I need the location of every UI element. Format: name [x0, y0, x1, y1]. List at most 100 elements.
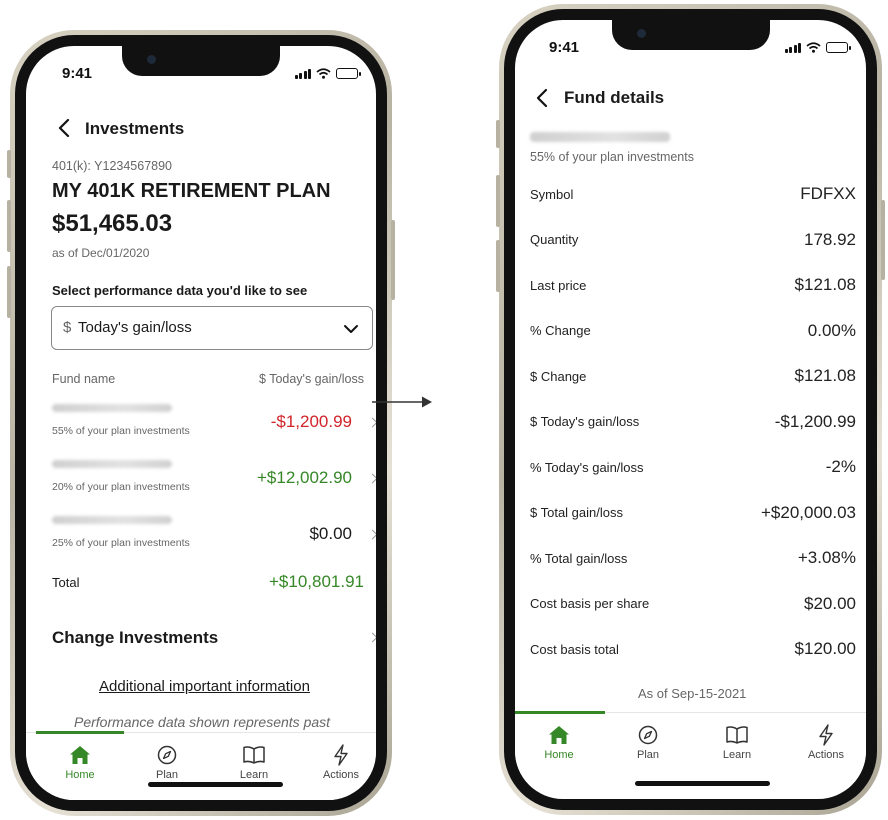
fund-allocation: 25% of your plan investments — [52, 537, 190, 549]
total-value: +$10,801.91 — [268, 572, 364, 591]
fund-gain-loss: +$12,002.90 — [256, 468, 352, 487]
side-button — [391, 220, 395, 300]
home-icon — [70, 746, 90, 764]
book-icon — [243, 746, 265, 764]
battery-icon — [826, 42, 851, 53]
dropdown-selected-value: Today's gain/loss — [78, 319, 192, 336]
arrow-right-icon — [372, 396, 432, 408]
tab-home-label: Home — [65, 769, 95, 781]
battery-icon — [336, 68, 361, 79]
back-button[interactable] — [531, 86, 555, 110]
tab-actions-label: Actions — [322, 769, 360, 781]
left-phone-frame: 9:41 Investments 401(k): Y1234567890 MY … — [10, 30, 392, 816]
status-icons — [784, 42, 851, 53]
fund-name-blurred — [52, 460, 172, 468]
detail-value: +3.08% — [797, 548, 856, 567]
tab-home[interactable]: Home — [40, 743, 120, 781]
status-icons — [294, 68, 361, 79]
chevron-right-icon — [367, 529, 376, 540]
tab-home[interactable]: Home — [519, 723, 599, 761]
detail-value: FDFXX — [800, 184, 856, 203]
chevron-down-icon — [344, 325, 358, 333]
back-button[interactable] — [53, 116, 77, 140]
right-phone-frame: 9:41 Fund details 55% of your plan inves… — [499, 4, 882, 815]
lightning-icon — [334, 744, 348, 766]
fund-allocation: 55% of your plan investments — [530, 150, 694, 164]
tab-plan[interactable]: Plan — [608, 723, 688, 761]
fund-row[interactable]: 20% of your plan investments +$12,002.90 — [52, 452, 376, 502]
side-button — [7, 200, 11, 252]
detail-value: -2% — [825, 457, 856, 476]
column-gain-loss: $ Today's gain/loss — [259, 372, 364, 386]
tab-actions[interactable]: Actions — [301, 743, 376, 781]
tab-plan[interactable]: Plan — [127, 743, 207, 781]
detail-value: $20.00 — [804, 593, 856, 613]
detail-row-dollar-change: $ Change $121.08 — [530, 366, 856, 386]
fund-details-list: Symbol FDFXX Quantity 178.92 Last price $12… — [530, 184, 856, 694]
dropdown-prefix: $ — [63, 319, 72, 336]
chevron-right-icon — [367, 473, 376, 484]
change-investments-link[interactable]: Change Investments — [52, 624, 376, 650]
wifi-icon — [316, 68, 331, 79]
compass-icon — [157, 745, 177, 765]
detail-row-symbol: Symbol FDFXX — [530, 184, 856, 204]
additional-info-link[interactable]: Additional important information — [99, 678, 310, 695]
detail-label: Quantity — [530, 232, 579, 247]
lightning-icon — [819, 724, 833, 746]
detail-label: Last price — [530, 277, 587, 293]
tab-actions[interactable]: Actions — [786, 723, 866, 761]
active-tab-indicator — [515, 711, 605, 714]
detail-label: % Total gain/loss — [530, 550, 628, 566]
detail-value: 178.92 — [804, 229, 856, 249]
total-label: Total — [52, 575, 80, 590]
fund-row[interactable]: 25% of your plan investments $0.00 — [52, 508, 376, 558]
chevron-right-icon — [367, 417, 376, 428]
detail-value: $121.08 — [794, 275, 856, 294]
page-title: Investments — [85, 119, 185, 138]
side-button — [7, 150, 11, 178]
detail-label: % Today's gain/loss — [530, 459, 644, 475]
tab-learn[interactable]: Learn — [214, 743, 294, 781]
side-button — [881, 200, 885, 280]
tab-learn[interactable]: Learn — [697, 723, 777, 761]
detail-label: Cost basis per share — [530, 596, 650, 611]
fund-gain-loss: $0.00 — [309, 524, 352, 543]
tab-learn-label: Learn — [722, 749, 752, 761]
compass-icon — [638, 725, 658, 745]
tab-learn-label: Learn — [239, 769, 269, 781]
detail-label: $ Change — [530, 368, 587, 384]
detail-row-total-gain-pct: % Total gain/loss +3.08% — [530, 548, 856, 568]
home-indicator — [635, 781, 770, 786]
detail-value: $121.08 — [794, 366, 856, 385]
performance-note: Performance data shown represents past — [74, 714, 331, 730]
home-icon — [549, 726, 569, 744]
detail-value: +$20,000.03 — [760, 502, 856, 522]
active-tab-indicator — [36, 731, 124, 734]
tab-plan-label: Plan — [636, 749, 660, 761]
detail-row-last-price: Last price $121.08 — [530, 275, 856, 295]
detail-label: Cost basis total — [530, 641, 619, 657]
balance-as-of: as of Dec/01/2020 — [52, 246, 150, 260]
detail-row-cost-basis-share: Cost basis per share $20.00 — [530, 594, 856, 614]
detail-value: 0.00% — [807, 320, 856, 340]
detail-row-cost-basis-total: Cost basis total $120.00 — [530, 639, 856, 659]
notch — [122, 46, 280, 76]
wifi-icon — [806, 42, 821, 53]
detail-value: -$1,200.99 — [774, 411, 856, 431]
performance-dropdown[interactable]: $ Today's gain/loss — [51, 306, 373, 350]
detail-row-todays-gain-pct: % Today's gain/loss -2% — [530, 457, 856, 477]
detail-row-pct-change: % Change 0.00% — [530, 321, 856, 341]
chevron-right-icon — [367, 632, 376, 643]
fund-name-blurred — [530, 132, 670, 142]
side-button — [496, 240, 500, 292]
plan-name: MY 401K RETIREMENT PLAN — [52, 180, 331, 202]
detail-label: % Change — [530, 323, 591, 338]
signal-icon — [784, 42, 801, 53]
chevron-left-icon — [58, 118, 70, 138]
side-button — [7, 266, 11, 318]
status-time: 9:41 — [62, 65, 93, 82]
fund-details-screen: 9:41 Fund details 55% of your plan inves… — [515, 20, 866, 799]
fund-gain-loss: -$1,200.99 — [270, 412, 352, 431]
fund-row[interactable]: 55% of your plan investments -$1,200.99 — [52, 396, 376, 446]
account-number: 401(k): Y1234567890 — [52, 159, 173, 173]
